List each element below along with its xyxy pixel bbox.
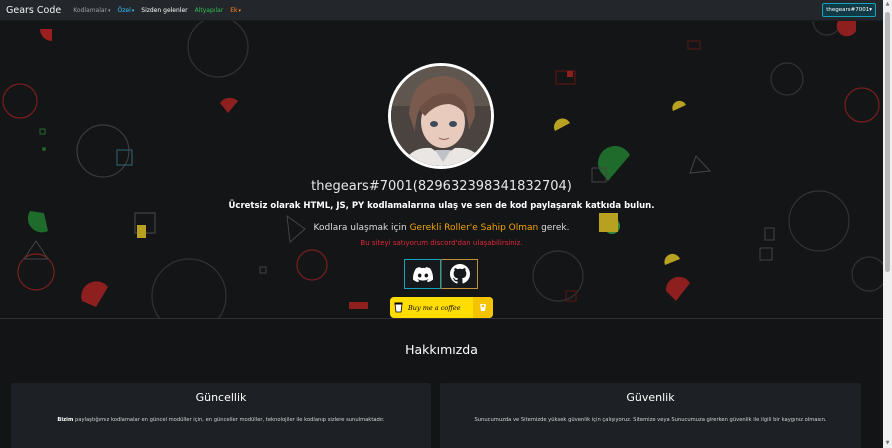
scroll-up-arrow-icon[interactable]: ▲ [883,0,892,9]
sale-notice: Bu siteyi satıyorum discord'dan ulaşabil… [360,239,523,247]
nav-item-ek[interactable]: Ek▾ [230,7,241,14]
social-buttons [404,259,478,289]
card-title: Güvenlik [626,391,675,404]
profile-username: thegears#7001(829632398341832704) [311,179,572,194]
coffee-label: Buy me a coffee [408,303,461,312]
brand-logo[interactable]: Gears Code [6,5,61,16]
required-roles-link[interactable]: Gerekli Roller'e Sahip Olman [410,223,539,233]
user-menu-button[interactable]: thegears#7001▾ [822,3,876,17]
nav-item-label: Özel [117,6,131,14]
access-text-suffix: gerek. [538,223,570,233]
nav-item-kodlamalar[interactable]: Kodlamalar▾ [73,7,110,14]
nav-item-altyapilar[interactable]: Altyapılar [195,7,224,14]
chevron-down-icon: ▾ [238,7,242,14]
chevron-down-icon: ▾ [131,7,135,14]
coffee-heart-icon [473,297,493,318]
access-text-prefix: Kodlara ulaşmak için [313,223,410,233]
scrollbar-thumb[interactable] [885,12,890,272]
about-section: Hakkımızda Güncellik Bizim paylaştığımız… [0,319,883,448]
hero-section: thegears#7001(829632398341832704) Ücrets… [0,21,883,318]
hero-tagline: Ücretsiz olarak HTML, JS, PY kodlamaları… [228,201,655,211]
card-text: Sunucumuzda ve Sitemizde yüksek güvenlik… [440,416,861,425]
discord-button[interactable] [404,259,441,289]
avatar-image [391,66,491,166]
coffee-cup-icon [390,302,406,313]
github-button[interactable] [441,259,478,289]
chevron-down-icon: ▾ [108,7,111,14]
card-text-bold: Bizim [57,417,74,423]
card-text: Bizim paylaştığımız kodlamalar en güncel… [11,416,431,425]
card-text-body: paylaştığımız kodlamalar en güncel modül… [73,417,385,423]
nav-item-sizden-gelenler[interactable]: Sizden gelenler [141,7,187,14]
card-title: Güncellik [195,391,247,404]
about-title: Hakkımızda [405,342,478,357]
card-text-body: Sunucumuzda ve Sitemizde yüksek güvenlik… [474,417,827,423]
nav-item-label: Kodlamalar [73,6,108,14]
access-requirement: Kodlara ulaşmak için Gerekli Roller'e Sa… [0,223,883,233]
feature-card-guncellik: Güncellik Bizim paylaştığımız kodlamalar… [11,383,431,448]
top-navbar: Gears Code Kodlamalar▾ Özel▾ Sizden gele… [0,0,892,21]
feature-card-guvenlik: Güvenlik Sunucumuzda ve Sitemizde yüksek… [440,383,861,448]
discord-icon [412,266,433,282]
github-icon [449,264,470,284]
buy-me-a-coffee-button[interactable]: Buy me a coffee [390,297,493,318]
page-scrollbar[interactable]: ▲ ▼ [883,0,892,448]
avatar [388,63,494,169]
nav-item-label: Ek [230,6,238,14]
nav-item-ozel[interactable]: Özel▾ [118,7,135,14]
scroll-down-arrow-icon[interactable]: ▼ [883,439,892,448]
